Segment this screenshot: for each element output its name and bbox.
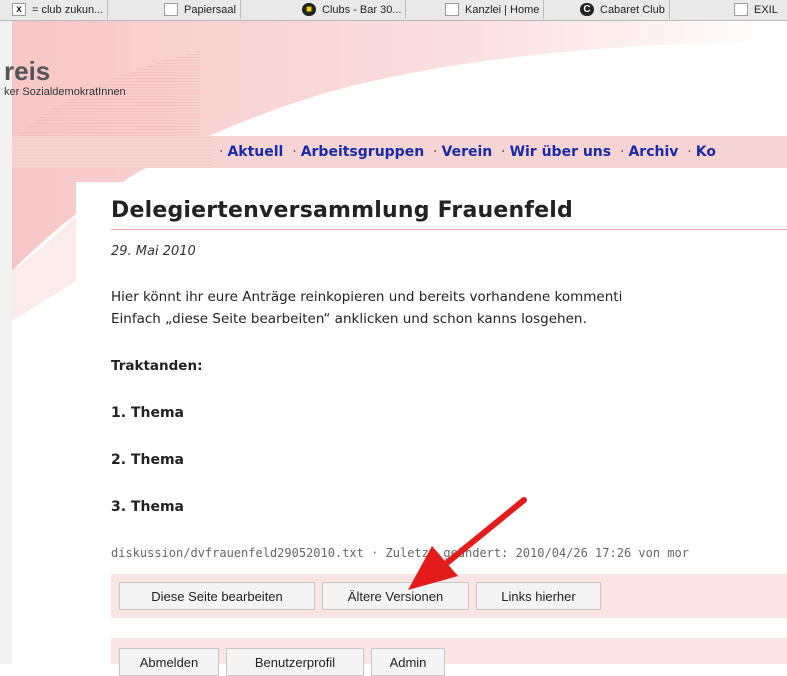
bookmark-label: Papiersaal: [184, 3, 236, 16]
nav-separator: ·: [219, 144, 224, 160]
site-subtitle: ker SozialdemokratInnen: [4, 86, 126, 98]
nav-separator: ·: [687, 144, 692, 160]
nav-item-aktuell[interactable]: Aktuell: [227, 144, 283, 160]
club-icon: x: [12, 3, 26, 16]
bookmark-label: = club zukun...: [32, 3, 104, 16]
bookmark-club-zukunft[interactable]: x = club zukun...: [6, 0, 109, 19]
nav-item-arbeitsgruppen[interactable]: Arbeitsgruppen: [301, 144, 424, 160]
bookmark-exil[interactable]: EXIL: [728, 0, 782, 19]
left-gutter: [0, 21, 12, 664]
thema-heading: 1. Thema: [111, 405, 184, 421]
c-icon: C: [580, 3, 594, 16]
bookmarks-bar: x = club zukun... Papiersaal ■ Clubs - B…: [0, 0, 787, 21]
backlinks-button[interactable]: Links hierher: [476, 582, 601, 610]
bookmark-kanzlei[interactable]: Kanzlei | Home: [439, 0, 545, 19]
lion-icon: ■: [302, 3, 316, 16]
site-brand[interactable]: reis ker SozialdemokratInnen: [4, 58, 126, 98]
traktanden-heading: Traktanden:: [111, 358, 203, 374]
nav-separator: ·: [620, 144, 625, 160]
old-revisions-button[interactable]: Ältere Versionen: [322, 582, 469, 610]
main-nav: · Aktuell · Arbeitsgruppen · Verein · Wir üb…: [215, 144, 716, 160]
page-icon: [734, 3, 748, 16]
profile-button[interactable]: Benutzerprofil: [226, 648, 364, 676]
page-actions-bar: Diese Seite bearbeiten Ältere Versionen …: [111, 574, 787, 618]
page-title: Delegiertenversammlung Frauenfeld: [111, 198, 573, 223]
bookmark-clubs-bar[interactable]: ■ Clubs - Bar 30...: [296, 0, 407, 19]
logout-button[interactable]: Abmelden: [119, 648, 219, 676]
nav-item-kontakt[interactable]: Ko: [696, 144, 716, 160]
bookmark-papiersaal[interactable]: Papiersaal: [158, 0, 241, 19]
nav-item-wir-ueber-uns[interactable]: Wir über uns: [510, 144, 612, 160]
page-icon: [164, 3, 178, 16]
intro-line: Hier könnt ihr eure Anträge reinkopieren…: [111, 289, 623, 305]
thema-heading: 2. Thema: [111, 452, 184, 468]
bookmark-cabaret-club[interactable]: C Cabaret Club: [574, 0, 670, 19]
nav-separator: ·: [292, 144, 297, 160]
edit-page-button[interactable]: Diese Seite bearbeiten: [119, 582, 315, 610]
thema-heading: 3. Thema: [111, 499, 184, 515]
user-actions-bar: Abmelden Benutzerprofil Admin: [111, 638, 787, 676]
page-meta-info: diskussion/dvfrauenfeld29052010.txt · Zu…: [111, 546, 689, 560]
nav-item-verein[interactable]: Verein: [442, 144, 493, 160]
bookmark-label: Cabaret Club: [600, 3, 665, 16]
intro-line: Einfach „diese Seite bearbeiten“ anklick…: [111, 311, 587, 327]
bookmark-label: Kanzlei | Home: [465, 3, 540, 16]
nav-separator: ·: [501, 144, 506, 160]
site-title: reis: [4, 56, 51, 86]
page-date: 29. Mai 2010: [111, 244, 196, 259]
intro-text: Hier könnt ihr eure Anträge reinkopieren…: [111, 286, 622, 330]
admin-button[interactable]: Admin: [371, 648, 445, 676]
bookmark-label: Clubs - Bar 30...: [322, 3, 402, 16]
bookmark-label: EXIL: [754, 3, 778, 16]
title-divider: [111, 229, 787, 230]
nav-separator: ·: [433, 144, 438, 160]
page-icon: [445, 3, 459, 16]
nav-item-archiv[interactable]: Archiv: [628, 144, 678, 160]
